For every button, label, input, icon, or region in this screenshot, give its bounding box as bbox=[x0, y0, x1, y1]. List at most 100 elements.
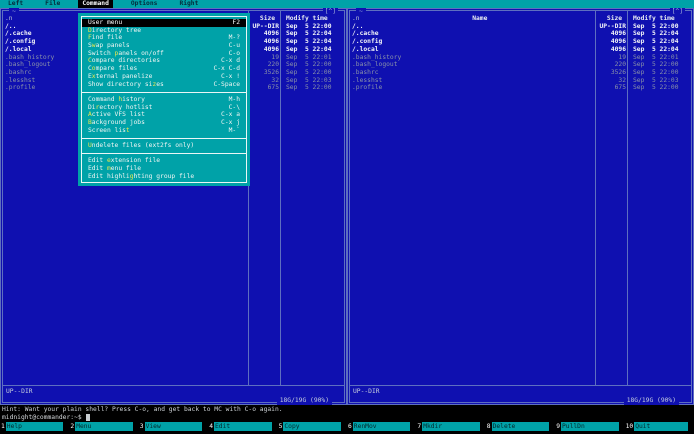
menubar-item-file[interactable]: File bbox=[41, 0, 64, 8]
menu-item-directory-tree[interactable]: Directory tree bbox=[82, 27, 246, 35]
column-header-size[interactable]: Size bbox=[253, 15, 282, 23]
menu-item-label: Edit extension file bbox=[88, 157, 161, 165]
file-size: 4096 bbox=[610, 38, 626, 46]
fkey-pulldn[interactable]: 9 PullDn bbox=[555, 421, 624, 431]
panel-right-dirup-button[interactable]: [^] bbox=[669, 7, 685, 16]
file-row[interactable]: .bash_history 19 Sep 5 22:01 bbox=[350, 54, 691, 62]
menu-item-edit-extension-file[interactable]: Edit extension file bbox=[82, 157, 246, 165]
file-size: 3526 bbox=[610, 69, 626, 77]
fkey-quit[interactable]: 10 Quit bbox=[625, 421, 694, 431]
file-row[interactable]: .profile 675 Sep 5 22:00 bbox=[350, 84, 691, 92]
file-name: .profile bbox=[352, 84, 383, 92]
menu-item-label: External panelize bbox=[88, 72, 153, 80]
menu-item-undelete-files-ext2fs-only[interactable]: Undelete files (ext2fs only) bbox=[82, 142, 246, 150]
file-name: /.local bbox=[352, 45, 379, 53]
menubar: Left File Command Options Right bbox=[0, 0, 694, 8]
menu-item-label: Compare directories bbox=[88, 57, 161, 65]
file-row[interactable]: .bashrc 3526 Sep 5 22:00 bbox=[350, 69, 691, 77]
menu-item-show-directory-sizes[interactable]: Show directory sizes C-Space bbox=[82, 81, 246, 89]
text-cursor bbox=[85, 413, 91, 421]
file-name: /.cache bbox=[352, 30, 379, 38]
menu-item-shortcut: C-x ! bbox=[221, 72, 240, 80]
menu-item-directory-hotlist[interactable]: Directory hotlist C-\ bbox=[82, 104, 246, 112]
file-mtime: Sep 5 22:04 bbox=[633, 38, 679, 46]
menu-item-hotkey: D bbox=[88, 26, 92, 34]
menu-item-label: Command history bbox=[88, 95, 145, 103]
menu-item-user-menu[interactable]: User menu F2 bbox=[82, 19, 246, 27]
column-header-mtime[interactable]: Modify time bbox=[282, 15, 344, 23]
menu-item-screen-list[interactable]: Screen list M-` bbox=[82, 127, 246, 135]
panel-left-dirup-button[interactable]: [^] bbox=[322, 7, 338, 16]
menu-item-external-panelize[interactable]: External panelize C-x ! bbox=[82, 73, 246, 81]
fkey-copy[interactable]: 5 Copy bbox=[278, 421, 347, 431]
file-row[interactable]: /.config 4096 Sep 5 22:04 bbox=[350, 38, 691, 46]
menu-item-hotkey: g bbox=[129, 172, 134, 180]
fkey-label: Menu bbox=[75, 421, 133, 431]
file-mtime: Sep 5 22:04 bbox=[633, 30, 679, 38]
menu-item-compare-directories[interactable]: Compare directories C-x d bbox=[82, 57, 246, 65]
shell-prompt: midnight@commander:~$ bbox=[2, 413, 82, 421]
menu-item-find-file[interactable]: Find file M-? bbox=[82, 34, 246, 42]
menubar-item-options[interactable]: Options bbox=[127, 0, 162, 8]
column-header-size[interactable]: Size bbox=[600, 15, 629, 23]
file-row[interactable]: /.local 4096 Sep 5 22:04 bbox=[350, 46, 691, 54]
menubar-item-right[interactable]: Right bbox=[175, 0, 202, 8]
menu-item-swap-panels[interactable]: Swap panels C-u bbox=[82, 42, 246, 50]
fkey-help[interactable]: 1 Help bbox=[0, 421, 69, 431]
panel-right: ~ [^] .n Name Size Modify time /.. UP--DI… bbox=[347, 7, 694, 405]
menu-item-label: Find file bbox=[88, 34, 123, 42]
fkey-mkdir[interactable]: 7 Mkdir bbox=[416, 421, 485, 431]
fkey-label: Help bbox=[5, 421, 64, 431]
menu-item-hotkey: A bbox=[88, 111, 92, 119]
file-name: .bashrc bbox=[352, 69, 379, 77]
command-dropdown-menu: User menu F2 Directory tree Find file M-? Swa… bbox=[78, 13, 250, 187]
command-line[interactable]: midnight@commander:~$ bbox=[2, 413, 91, 422]
menu-item-label: Undelete files (ext2fs only) bbox=[88, 142, 195, 149]
file-list-right: /.. UP--DIR Sep 5 22:00 /.cache 4096 Sep 5 22… bbox=[350, 23, 691, 92]
menu-item-shortcut: C-x C-d bbox=[213, 65, 240, 73]
fkey-view[interactable]: 3 View bbox=[139, 421, 208, 431]
menu-item-switch-panels-on-off[interactable]: Switch panels on/off C-o bbox=[82, 50, 246, 58]
menubar-item-command[interactable]: Command bbox=[78, 0, 113, 8]
menu-item-label: Directory hotlist bbox=[88, 103, 153, 111]
menu-item-hotkey: p bbox=[114, 49, 119, 57]
file-row[interactable]: .lesshst 32 Sep 5 22:03 bbox=[350, 77, 691, 85]
file-size: 675 bbox=[614, 84, 626, 92]
fkey-edit[interactable]: 4 Edit bbox=[208, 421, 277, 431]
file-size: 4096 bbox=[610, 30, 626, 38]
menu-item-command-history[interactable]: Command history M-h bbox=[82, 96, 246, 104]
fkey-label: RenMov bbox=[352, 421, 411, 431]
file-mtime: Sep 5 22:00 bbox=[286, 69, 332, 77]
column-header-mtime[interactable]: Modify time bbox=[629, 15, 691, 23]
column-separator bbox=[280, 11, 281, 385]
fkey-menu[interactable]: 2 Menu bbox=[69, 421, 138, 431]
file-row[interactable]: /.cache 4096 Sep 5 22:04 bbox=[350, 30, 691, 38]
menu-item-shortcut: C-u bbox=[228, 42, 240, 50]
menu-item-compare-files[interactable]: Compare files C-x C-d bbox=[82, 65, 246, 73]
menu-item-active-vfs-list[interactable]: Active VFS list C-x a bbox=[82, 111, 246, 119]
file-size: UP--DIR bbox=[599, 22, 626, 30]
column-header-name[interactable]: Name bbox=[360, 15, 600, 23]
ministatus-separator bbox=[350, 385, 691, 386]
menu-item-hotkey: U bbox=[88, 142, 92, 149]
file-size: 220 bbox=[267, 61, 279, 69]
menu-item-edit-highlighting-group-file[interactable]: Edit highlighting group file bbox=[82, 173, 246, 181]
file-name: .lesshst bbox=[352, 76, 383, 84]
file-mtime: Sep 5 22:04 bbox=[286, 38, 332, 46]
file-mtime: Sep 5 22:04 bbox=[286, 45, 332, 53]
fkey-renmov[interactable]: 6 RenMov bbox=[347, 421, 416, 431]
menu-item-hotkey: B bbox=[88, 118, 92, 126]
menu-item-label: User menu bbox=[88, 19, 123, 26]
file-row[interactable]: .bash_logout 220 Sep 5 22:00 bbox=[350, 61, 691, 69]
fkey-delete[interactable]: 8 Delete bbox=[486, 421, 555, 431]
file-row[interactable]: /.. UP--DIR Sep 5 22:00 bbox=[350, 23, 691, 31]
menu-item-edit-menu-file[interactable]: Edit menu file bbox=[82, 165, 246, 173]
menu-item-hotkey: F bbox=[88, 34, 92, 42]
menu-item-shortcut: F2 bbox=[232, 19, 240, 26]
menu-item-shortcut: C-x j bbox=[221, 118, 240, 126]
menu-separator bbox=[81, 150, 247, 158]
fkey-label: View bbox=[144, 421, 203, 431]
fkey-number: 10 bbox=[625, 422, 634, 430]
menu-item-background-jobs[interactable]: Background jobs C-x j bbox=[82, 119, 246, 127]
menu-item-label: Screen list bbox=[88, 126, 130, 134]
